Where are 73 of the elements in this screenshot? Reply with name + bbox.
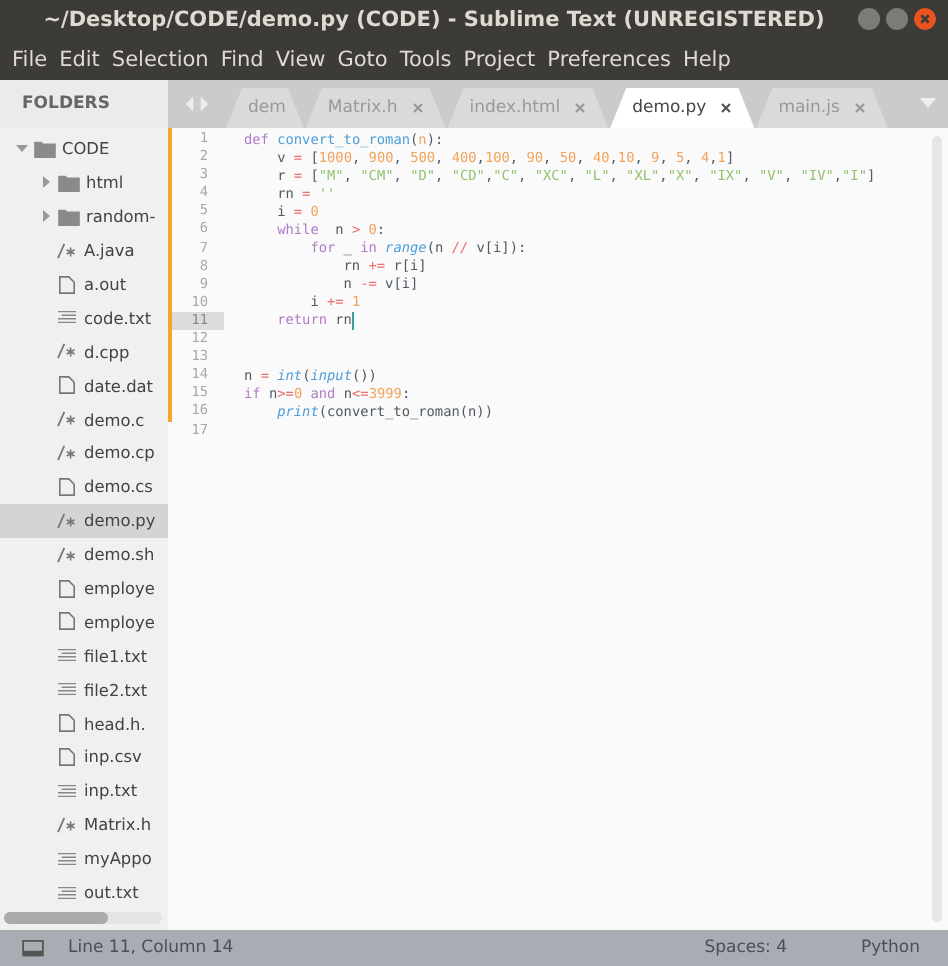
file-icon (56, 477, 78, 496)
tree-node[interactable]: demo.py (0, 503, 168, 538)
tree-node[interactable]: a.out (0, 267, 168, 301)
editor-tab[interactable]: demo.py (610, 88, 755, 128)
code-file-icon (56, 545, 78, 564)
text-file-icon (56, 680, 78, 699)
tree-node[interactable]: out.txt (0, 875, 168, 909)
text-file-icon (56, 646, 78, 665)
file-icon (56, 579, 78, 598)
menu-item[interactable]: Selection (105, 48, 215, 72)
file-icon (56, 714, 78, 733)
code-file-icon (56, 342, 78, 361)
tree-node[interactable]: date.dat (0, 368, 168, 403)
tree-node[interactable]: d.cpp (0, 334, 168, 369)
menu-item[interactable]: Tools (393, 48, 458, 72)
tree-node[interactable]: random- (0, 199, 168, 234)
syntax-selector[interactable]: Python (861, 938, 920, 958)
tree-node[interactable]: Matrix.h (0, 807, 168, 842)
tree-node[interactable]: inp.csv (0, 740, 168, 774)
menu-item[interactable]: File (6, 48, 54, 72)
tree-node[interactable]: A.java (0, 233, 168, 268)
menu-item[interactable]: View (269, 48, 332, 72)
tree-node[interactable]: head.h. (0, 706, 168, 741)
tree-node[interactable]: html (0, 165, 168, 200)
menu-item[interactable]: Find (214, 48, 270, 72)
tree-node[interactable]: inp.txt (0, 773, 168, 808)
sidebar-title: FOLDERS (22, 94, 110, 114)
tree-node[interactable]: demo.cs (0, 469, 168, 504)
tree-node[interactable]: file2.txt (0, 672, 168, 707)
tree-node[interactable]: demo.sh (0, 537, 168, 572)
tree-node[interactable]: code.txt (0, 300, 168, 335)
folder-icon (58, 207, 80, 226)
collapsed-arrow-icon[interactable] (40, 210, 52, 223)
file-icon (56, 275, 78, 293)
file-icon (56, 376, 78, 395)
close-icon[interactable] (914, 8, 936, 30)
tab-list-dropdown-icon[interactable] (920, 98, 936, 110)
code-file-icon (56, 241, 78, 260)
text-file-icon (56, 308, 78, 327)
file-icon (56, 747, 78, 766)
menu-item[interactable]: Goto (331, 48, 394, 72)
collapsed-arrow-icon[interactable] (40, 176, 52, 189)
tree-node[interactable]: CODE (0, 132, 168, 166)
window-title: ~/Desktop/CODE/demo.py (CODE) - Sublime Text (UNREGISTERED) (43, 8, 825, 32)
close-icon[interactable] (720, 102, 733, 114)
code-file-icon (56, 815, 78, 834)
tree-node[interactable]: demo.c (0, 402, 168, 437)
code-file-icon (56, 443, 78, 462)
menu-item[interactable]: Project (457, 48, 542, 72)
text-file-icon (56, 849, 78, 868)
tree-node[interactable]: employe (0, 604, 168, 639)
text-file-icon (56, 883, 78, 902)
cursor-position: Line 11, Column 14 (68, 938, 234, 958)
file-icon (56, 612, 78, 631)
tree-node[interactable]: demo.cp (0, 436, 168, 470)
tree-node[interactable]: myAppo (0, 841, 168, 876)
tab-navigation-arrows-icon[interactable] (184, 96, 210, 112)
text-file-icon (56, 781, 78, 800)
panel-toggle-icon[interactable] (22, 939, 44, 957)
menu-item[interactable]: Preferences (541, 48, 677, 72)
code-file-icon (56, 410, 78, 429)
code-file-icon (56, 511, 78, 530)
maximize-button[interactable] (886, 8, 908, 30)
folder-icon (34, 139, 56, 158)
folder-icon (58, 173, 80, 192)
minimize-button[interactable] (858, 8, 880, 30)
tree-node[interactable]: employe (0, 571, 168, 605)
menu-item[interactable]: Edit (53, 48, 106, 72)
tree-node[interactable]: file1.txt (0, 638, 168, 673)
indentation-setting[interactable]: Spaces: 4 (704, 938, 788, 958)
menu-item[interactable]: Help (676, 48, 737, 72)
horizontal-scrollbar[interactable] (4, 912, 162, 924)
expanded-arrow-icon[interactable] (16, 142, 28, 155)
